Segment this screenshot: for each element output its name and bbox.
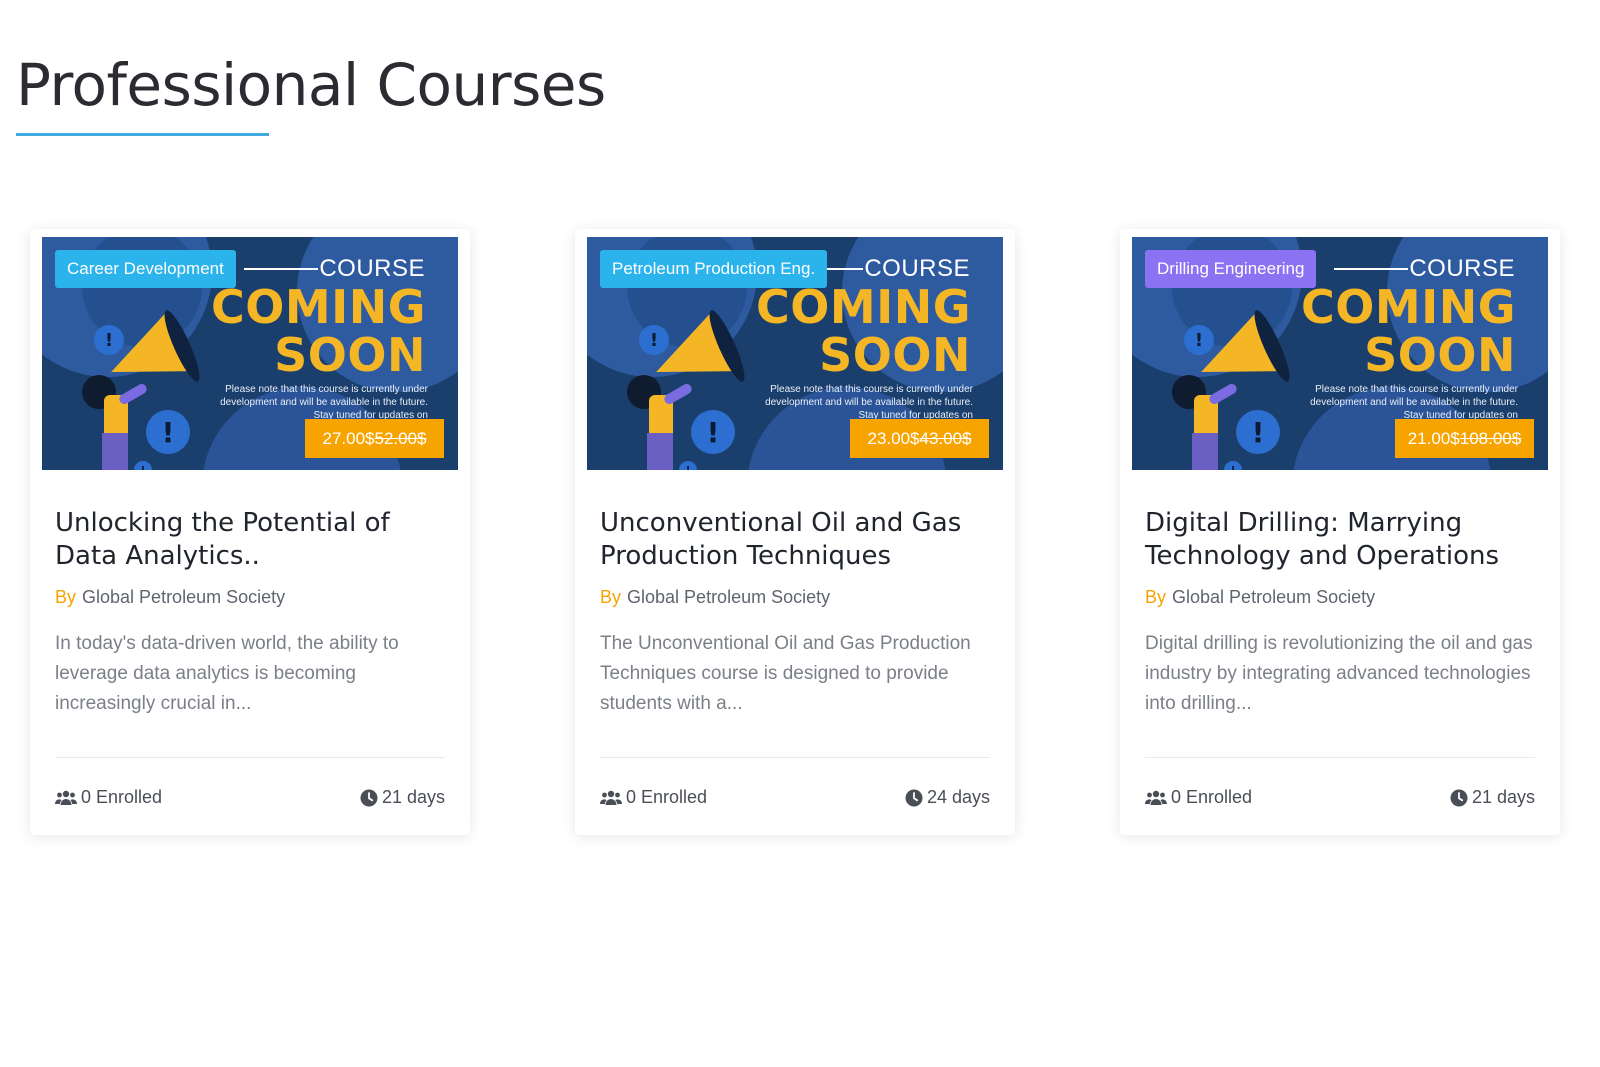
course-thumbnail[interactable]: ! ! ! COURSE COMING SOON Please note tha… [587,237,1003,470]
category-badge[interactable]: Drilling Engineering [1145,250,1317,288]
exclamation-icon: ! [146,410,190,454]
users-icon [600,790,622,806]
enrolled-count: 0 Enrolled [600,787,707,808]
users-icon [1145,790,1167,806]
banner-soon: SOON [1364,328,1516,382]
price-tag: 23.00$43.00$ [850,419,989,458]
enrolled-count: 0 Enrolled [1145,787,1252,808]
duration-label: 21 days [1471,787,1535,807]
banner-note: Please note that this course is currentl… [220,384,428,421]
course-title[interactable]: Digital Drilling: Marrying Technology an… [1145,507,1545,573]
course-description: The Unconventional Oil and Gas Productio… [600,633,971,714]
course-duration: 21 days [1450,787,1535,808]
by-label: By [600,587,622,607]
author-line: By Global Petroleum Society [600,587,830,608]
price-original: 108.00$ [1459,429,1522,448]
page-title: Professional Courses [16,51,606,119]
enrolled-label: 0 Enrolled [81,787,163,807]
author-line: By Global Petroleum Society [55,587,285,608]
course-thumbnail[interactable]: ! ! ! COURSE COMING SOON Please note tha… [42,237,458,470]
course-duration: 21 days [360,787,445,808]
price-current: 27.00$ [322,429,375,448]
category-badge[interactable]: Career Development [55,250,236,288]
clock-icon [905,789,923,807]
enrolled-count: 0 Enrolled [55,787,162,808]
enrolled-label: 0 Enrolled [626,787,708,807]
course-description: In today's data-driven world, the abilit… [55,633,399,714]
price-current: 23.00$ [867,429,920,448]
banner-coming: COMING [1300,280,1516,334]
banner-course-word: COURSE [319,255,425,282]
exclamation-icon: ! [134,461,152,470]
exclamation-icon: ! [679,461,697,470]
duration-label: 21 days [381,787,445,807]
price-current: 21.00$ [1407,429,1460,448]
exclamation-icon: ! [1236,410,1280,454]
course-description: Digital drilling is revolutionizing the … [1145,633,1533,714]
banner-soon: SOON [274,328,426,382]
divider [1145,757,1535,758]
course-thumbnail[interactable]: ! ! ! COURSE COMING SOON Please note tha… [1132,237,1548,470]
banner-coming: COMING [755,280,971,334]
by-label: By [55,587,77,607]
price-original: 52.00$ [374,429,427,448]
course-card[interactable]: ! ! ! COURSE COMING SOON Please note tha… [1120,229,1560,835]
price-tag: 27.00$52.00$ [305,419,444,458]
clock-icon [360,789,378,807]
category-badge[interactable]: Petroleum Production Eng. [600,250,828,288]
course-card[interactable]: ! ! ! COURSE COMING SOON Please note tha… [30,229,470,835]
banner-soon: SOON [819,328,971,382]
banner-course-word: COURSE [1409,255,1515,282]
exclamation-icon: ! [94,325,124,355]
exclamation-icon: ! [1224,461,1242,470]
course-title[interactable]: Unlocking the Potential of Data Analytic… [55,507,455,573]
author-name[interactable]: Global Petroleum Society [82,587,285,607]
users-icon [55,790,77,806]
course-card[interactable]: ! ! ! COURSE COMING SOON Please note tha… [575,229,1015,835]
price-original: 43.00$ [919,429,972,448]
author-line: By Global Petroleum Society [1145,587,1375,608]
clock-icon [1450,789,1468,807]
banner-note: Please note that this course is currentl… [765,384,973,421]
author-name[interactable]: Global Petroleum Society [1172,587,1375,607]
banner-coming: COMING [210,280,426,334]
duration-label: 24 days [926,787,990,807]
banner-course-word: COURSE [864,255,970,282]
author-name[interactable]: Global Petroleum Society [627,587,830,607]
course-title[interactable]: Unconventional Oil and Gas Production Te… [600,507,1000,573]
by-label: By [1145,587,1167,607]
title-underline [16,133,269,136]
price-tag: 21.00$108.00$ [1395,419,1534,458]
course-duration: 24 days [905,787,990,808]
divider [55,757,445,758]
banner-note: Please note that this course is currentl… [1310,384,1518,421]
exclamation-icon: ! [1184,325,1214,355]
exclamation-icon: ! [639,325,669,355]
exclamation-icon: ! [691,410,735,454]
enrolled-label: 0 Enrolled [1171,787,1253,807]
divider [600,757,990,758]
